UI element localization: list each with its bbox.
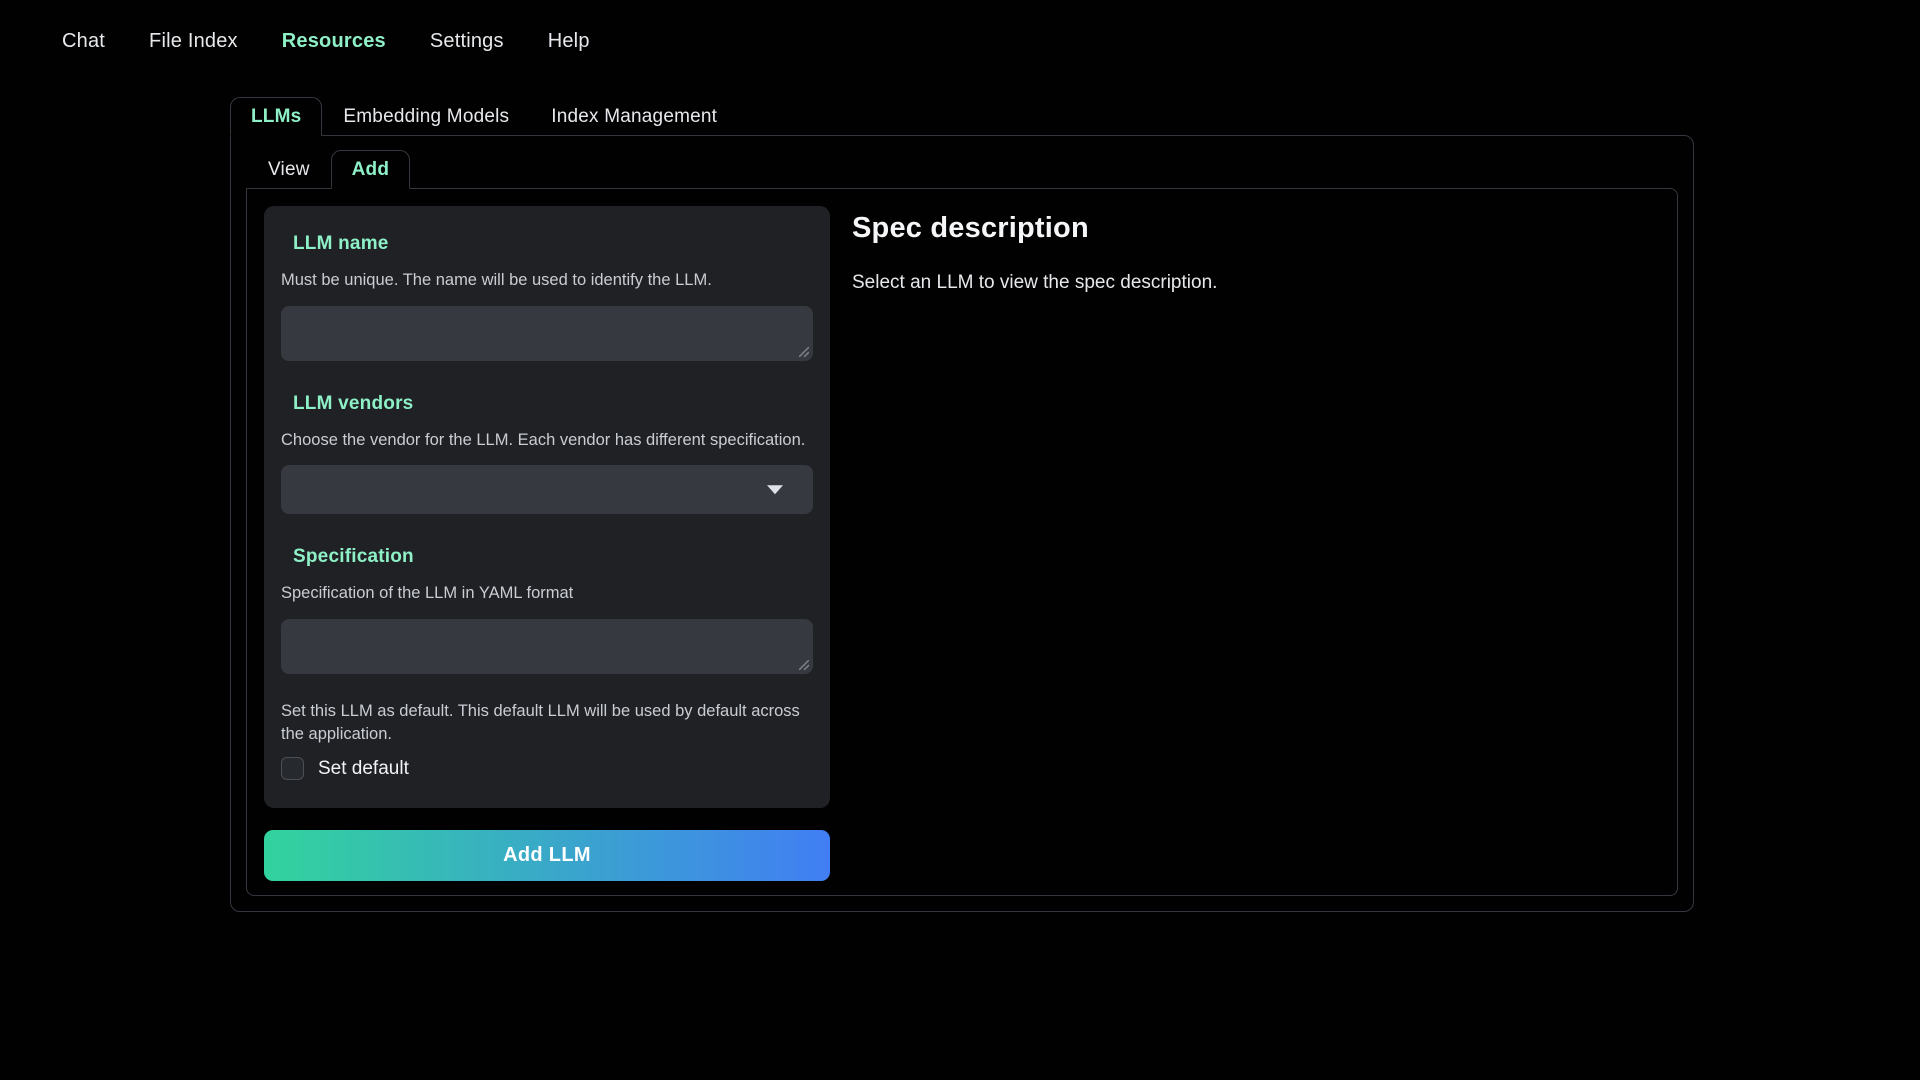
add-llm-panel: LLM name Must be unique. The name will b… bbox=[246, 188, 1678, 896]
nav-item-resources[interactable]: Resources bbox=[282, 30, 386, 53]
tab-llms[interactable]: LLMs bbox=[230, 97, 322, 136]
llm-vendors-label: LLM vendors bbox=[281, 393, 813, 415]
llms-panel: View Add LLM name Must be unique. The na… bbox=[230, 135, 1694, 912]
top-nav: Chat File Index Resources Settings Help bbox=[0, 0, 1920, 53]
tab-add[interactable]: Add bbox=[331, 150, 411, 189]
add-llm-form: LLM name Must be unique. The name will b… bbox=[264, 206, 830, 881]
set-default-label[interactable]: Set default bbox=[318, 758, 409, 780]
set-default-row: Set default bbox=[281, 757, 813, 780]
set-default-checkbox[interactable] bbox=[281, 757, 304, 780]
llm-vendors-help: Choose the vendor for the LLM. Each vend… bbox=[281, 429, 813, 451]
nav-item-settings[interactable]: Settings bbox=[430, 30, 504, 53]
set-default-help: Set this LLM as default. This default LL… bbox=[281, 700, 801, 746]
nav-item-file-index[interactable]: File Index bbox=[149, 30, 238, 53]
nav-item-chat[interactable]: Chat bbox=[62, 30, 105, 53]
specification-help: Specification of the LLM in YAML format bbox=[281, 582, 813, 604]
resource-tabnav: LLMs Embedding Models Index Management bbox=[230, 97, 1694, 136]
tab-index-management[interactable]: Index Management bbox=[530, 97, 738, 136]
tab-view[interactable]: View bbox=[247, 150, 331, 189]
form-card: LLM name Must be unique. The name will b… bbox=[264, 206, 830, 808]
llm-name-input[interactable] bbox=[281, 306, 813, 361]
add-llm-button[interactable]: Add LLM bbox=[264, 830, 830, 881]
spec-description-panel: Spec description Select an LLM to view t… bbox=[830, 206, 1660, 294]
resources-tab-group: LLMs Embedding Models Index Management V… bbox=[230, 97, 1694, 912]
spec-description-title: Spec description bbox=[852, 212, 1660, 245]
chevron-down-icon bbox=[767, 485, 783, 494]
spec-description-empty-message: Select an LLM to view the spec descripti… bbox=[852, 272, 1660, 294]
specification-label: Specification bbox=[281, 546, 813, 568]
nav-item-help[interactable]: Help bbox=[548, 30, 590, 53]
llm-name-help: Must be unique. The name will be used to… bbox=[281, 269, 813, 291]
llm-name-label: LLM name bbox=[281, 233, 813, 255]
specification-input[interactable] bbox=[281, 619, 813, 674]
llm-vendor-dropdown[interactable] bbox=[281, 465, 813, 514]
llm-subtabnav: View Add bbox=[247, 150, 1678, 189]
tab-embedding-models[interactable]: Embedding Models bbox=[322, 97, 530, 136]
